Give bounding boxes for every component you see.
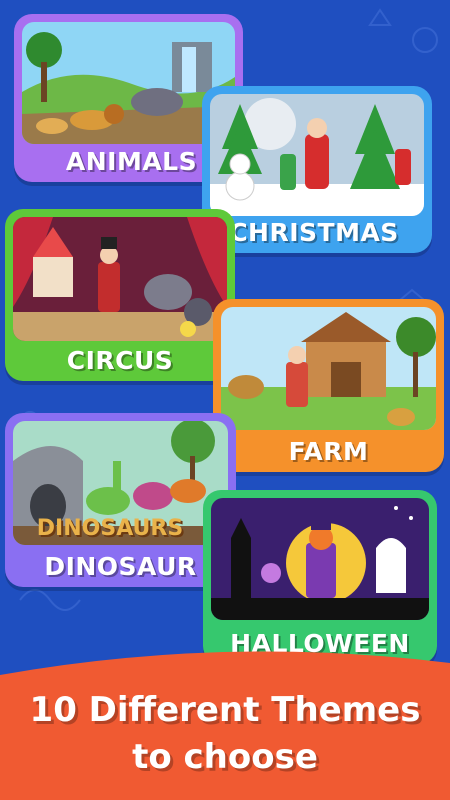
theme-label-circus: CIRCUS: [66, 346, 174, 375]
circus-scene: [13, 217, 227, 341]
dinosaurs-logo: DINOSAURS: [36, 516, 184, 541]
theme-card-christmas[interactable]: CHRISTMAS: [202, 86, 432, 253]
halloween-scene: [211, 498, 429, 620]
theme-card-halloween[interactable]: HALLOWEEN: [203, 490, 437, 664]
theme-card-farm[interactable]: FARM: [213, 299, 444, 472]
theme-card-circus[interactable]: CIRCUS: [5, 209, 235, 381]
theme-label-dinosaur: DINOSAUR: [44, 552, 197, 581]
theme-card-dinosaur[interactable]: DINOSAURS DINOSAUR: [5, 413, 236, 587]
banner-line-2: to choose: [132, 737, 318, 777]
banner-line-1: 10 Different Themes: [29, 690, 421, 730]
christmas-scene: [210, 94, 424, 216]
promo-banner: 10 Different Themes to choose: [0, 645, 450, 800]
farm-scene: [221, 307, 436, 430]
theme-label-christmas: CHRISTMAS: [229, 218, 399, 247]
theme-label-farm: FARM: [288, 437, 369, 466]
